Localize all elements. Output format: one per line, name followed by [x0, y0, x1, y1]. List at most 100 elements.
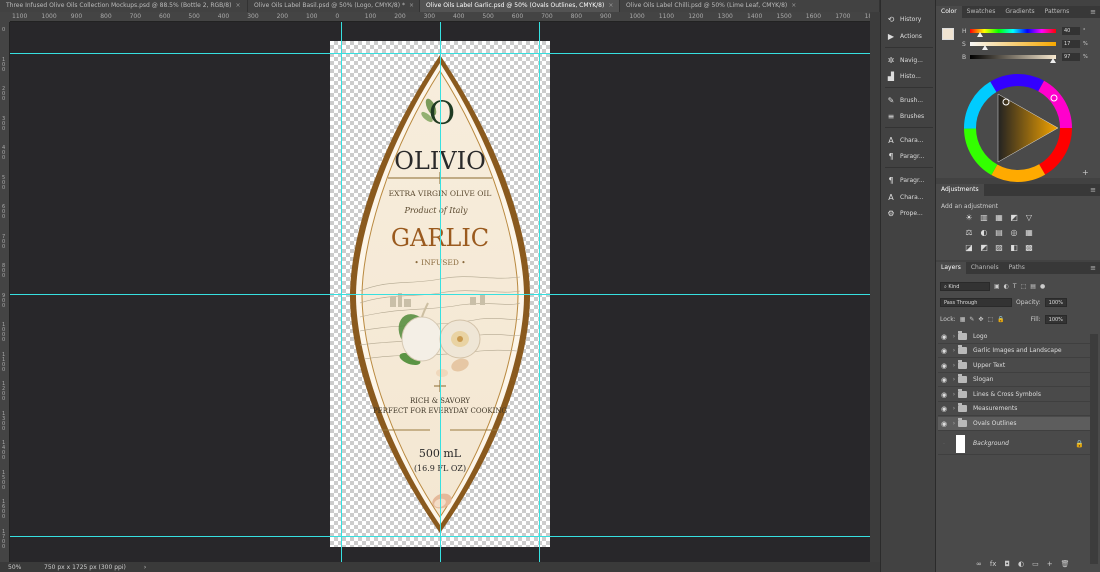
- lock-all-icon[interactable]: 🔒: [997, 316, 1004, 323]
- expand-caret-icon[interactable]: ›: [950, 362, 958, 369]
- panel-button-brush[interactable]: ✎ Brush...: [885, 93, 935, 107]
- document-tab-basil[interactable]: Olive Oils Label Basil.psd @ 50% (Logo, …: [248, 0, 420, 12]
- canvas-workspace[interactable]: O OLIVIO EXTRA VIRGIN OLIVE OIL Product …: [10, 22, 870, 562]
- panel-button-brushes[interactable]: ≡ Brushes: [885, 109, 935, 123]
- panel-menu-icon[interactable]: ≡: [1090, 8, 1096, 16]
- visibility-eye-icon[interactable]: ◉: [938, 347, 950, 355]
- brightness-value-field[interactable]: 97: [1062, 53, 1080, 61]
- zoom-level[interactable]: 50%: [0, 564, 40, 571]
- visibility-eye-icon[interactable]: ◉: [938, 391, 950, 399]
- lock-image-icon[interactable]: ✎: [969, 316, 974, 323]
- visibility-eye-icon[interactable]: ◉: [938, 376, 950, 384]
- visibility-eye-icon[interactable]: ◉: [938, 420, 950, 428]
- blend-mode-select[interactable]: Pass Through: [940, 298, 1012, 307]
- visibility-eye-icon[interactable]: ◉: [938, 362, 950, 370]
- lock-transparent-icon[interactable]: ▦: [960, 316, 966, 323]
- close-icon[interactable]: ×: [791, 2, 796, 9]
- layers-scrollbar[interactable]: [1090, 334, 1098, 564]
- tab-layers[interactable]: Layers: [936, 262, 966, 274]
- color-lookup-icon[interactable]: ▦: [1024, 228, 1034, 237]
- layer-filter-kind-select[interactable]: ⌕ Kind: [940, 282, 990, 291]
- hue-value-field[interactable]: 40: [1062, 27, 1080, 35]
- tab-color[interactable]: Color: [936, 6, 962, 18]
- new-layer-icon[interactable]: +: [1047, 560, 1053, 568]
- vibrance-icon[interactable]: ▽: [1024, 213, 1034, 222]
- lock-position-icon[interactable]: ✥: [978, 316, 983, 323]
- fill-field[interactable]: 100%: [1044, 315, 1067, 324]
- tab-patterns[interactable]: Patterns: [1040, 6, 1075, 18]
- panel-button-chara[interactable]: A Chara...: [885, 133, 935, 147]
- guide-line[interactable]: [539, 22, 540, 562]
- expand-caret-icon[interactable]: ›: [950, 376, 958, 383]
- layer-group-ovals-outlines[interactable]: ◉ › Ovals Outlines: [938, 417, 1090, 431]
- tab-swatches[interactable]: Swatches: [962, 6, 1001, 18]
- filter-smart-object-icon[interactable]: ▤: [1030, 283, 1036, 290]
- selective-color-icon[interactable]: ◧: [1009, 243, 1019, 252]
- expand-caret-icon[interactable]: ›: [950, 347, 958, 354]
- layer-style-icon[interactable]: fx: [990, 560, 997, 568]
- expand-caret-icon[interactable]: ›: [950, 420, 958, 427]
- panel-button-paragr[interactable]: ¶ Paragr...: [885, 173, 935, 187]
- close-icon[interactable]: ×: [409, 2, 414, 9]
- layer-group-slogan[interactable]: ◉ › Slogan: [938, 373, 1090, 387]
- slider-handle[interactable]: [976, 32, 983, 37]
- saturation-slider[interactable]: [970, 42, 1056, 50]
- panel-button-prope[interactable]: ⚙ Prope...: [885, 206, 935, 220]
- brightness-slider[interactable]: [970, 55, 1057, 63]
- layer-group-garlic-images[interactable]: ◉ › Garlic Images and Landscape: [938, 344, 1090, 358]
- tab-adjustments[interactable]: Adjustments: [936, 184, 984, 196]
- panel-button-histo[interactable]: ▟ Histo...: [885, 69, 935, 83]
- visibility-off-icon[interactable]: ·: [938, 440, 950, 448]
- black-white-icon[interactable]: ▤: [994, 228, 1004, 237]
- new-group-icon[interactable]: ▭: [1032, 560, 1039, 568]
- filter-adjustment-icon[interactable]: ◐: [1004, 283, 1009, 290]
- slider-handle[interactable]: [981, 45, 988, 50]
- photo-filter-icon[interactable]: ◎: [1009, 228, 1019, 237]
- curves-icon[interactable]: ▦: [994, 213, 1004, 222]
- document-tab-mockups[interactable]: Three Infused Olive Oils Collection Mock…: [0, 0, 248, 12]
- canvas-scrollbar[interactable]: [870, 12, 880, 562]
- panel-menu-icon[interactable]: ≡: [1090, 264, 1096, 272]
- chevron-right-icon[interactable]: ›: [144, 564, 146, 571]
- add-icon[interactable]: +: [1082, 168, 1089, 177]
- vertical-ruler[interactable]: 0 1 0 0 2 0 0 3 0 0 4 0 0 5 0 0 6 0 0 7 0 0 8 0 …: [0, 22, 10, 562]
- close-icon[interactable]: ×: [235, 2, 240, 9]
- color-wheel[interactable]: [964, 74, 1072, 182]
- adjustment-layer-icon[interactable]: ◐: [1018, 560, 1024, 568]
- filter-toggle-icon[interactable]: ●: [1040, 283, 1045, 290]
- saturation-value-field[interactable]: 17: [1062, 40, 1080, 48]
- brightness-contrast-icon[interactable]: ☀: [964, 213, 974, 222]
- foreground-color-swatch[interactable]: [942, 28, 954, 40]
- exposure-icon[interactable]: ◩: [1009, 213, 1019, 222]
- panel-button-history[interactable]: ⟲ History: [885, 12, 935, 26]
- tab-paths[interactable]: Paths: [1004, 262, 1030, 274]
- opacity-field[interactable]: 100%: [1044, 298, 1067, 307]
- color-balance-icon[interactable]: ◐: [979, 228, 989, 237]
- panel-button-paragr[interactable]: ¶ Paragr...: [885, 149, 935, 163]
- visibility-eye-icon[interactable]: ◉: [938, 333, 950, 341]
- invert-icon[interactable]: ◪: [964, 243, 974, 252]
- lock-artboard-icon[interactable]: ⬚: [987, 316, 993, 323]
- hue-slider[interactable]: [970, 29, 1056, 37]
- gradient-map-icon[interactable]: ▩: [1024, 243, 1034, 252]
- threshold-icon[interactable]: ▨: [994, 243, 1004, 252]
- panel-menu-icon[interactable]: ≡: [1090, 186, 1096, 194]
- layer-mask-icon[interactable]: ◘: [1004, 560, 1010, 568]
- layer-group-logo[interactable]: ◉ › Logo: [938, 330, 1090, 344]
- levels-icon[interactable]: ▥: [979, 213, 989, 222]
- posterize-icon[interactable]: ◩: [979, 243, 989, 252]
- panel-button-navig[interactable]: ✲ Navig...: [885, 53, 935, 67]
- tab-gradients[interactable]: Gradients: [1000, 6, 1039, 18]
- document-tab-chilli[interactable]: Olive Oils Label Chilli.psd @ 50% (Lime …: [620, 0, 880, 12]
- ruler-corner[interactable]: [0, 12, 10, 22]
- filter-type-icon[interactable]: T: [1013, 283, 1017, 290]
- close-icon[interactable]: ×: [608, 2, 613, 9]
- document-tab-garlic[interactable]: Olive Oils Label Garlic.psd @ 50% (Ovals…: [420, 0, 620, 12]
- link-layers-icon[interactable]: ∞: [976, 560, 982, 568]
- layer-group-lines-cross[interactable]: ◉ › Lines & Cross Symbols: [938, 388, 1090, 402]
- layer-group-upper-text[interactable]: ◉ › Upper Text: [938, 359, 1090, 373]
- layer-group-measurements[interactable]: ◉ › Measurements: [938, 402, 1090, 416]
- expand-caret-icon[interactable]: ›: [950, 333, 958, 340]
- expand-caret-icon[interactable]: ›: [950, 405, 958, 412]
- panel-button-chara[interactable]: A Chara...: [885, 190, 935, 204]
